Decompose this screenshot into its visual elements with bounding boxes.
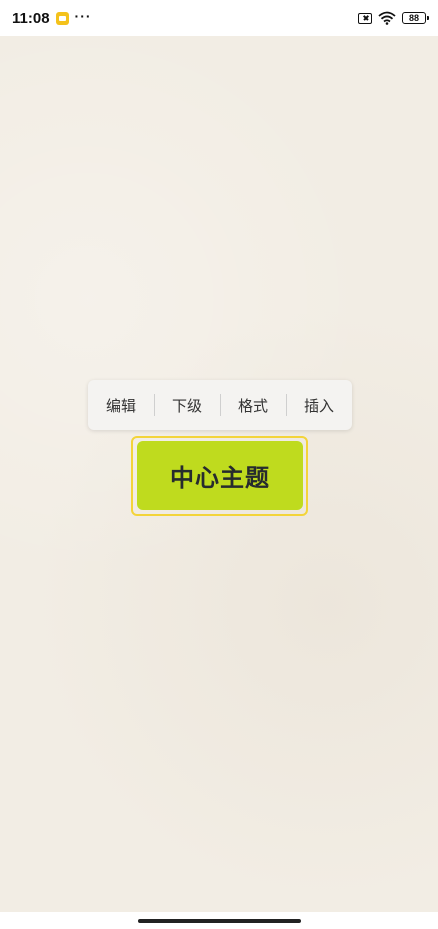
app-notification-icon [55,11,69,25]
status-bar: 11:08 ··· 88 [0,0,438,36]
battery-icon: 88 [402,12,429,24]
central-topic-node[interactable]: 中心主题 [137,441,303,510]
status-bar-right: 88 [358,11,429,25]
menu-item-insert[interactable]: 插入 [286,380,352,430]
clock: 11:08 [12,9,50,27]
wifi-icon [378,11,396,25]
menu-item-add-child[interactable]: 下级 [154,380,220,430]
no-sim-icon [358,12,372,24]
node-context-menu: 编辑 下级 格式 插入 [88,380,352,430]
more-notifications-icon: ··· [74,8,92,24]
status-bar-left: 11:08 ··· [12,8,92,27]
menu-item-format[interactable]: 格式 [220,380,286,430]
menu-item-edit[interactable]: 编辑 [88,380,154,430]
home-indicator[interactable] [138,919,301,923]
